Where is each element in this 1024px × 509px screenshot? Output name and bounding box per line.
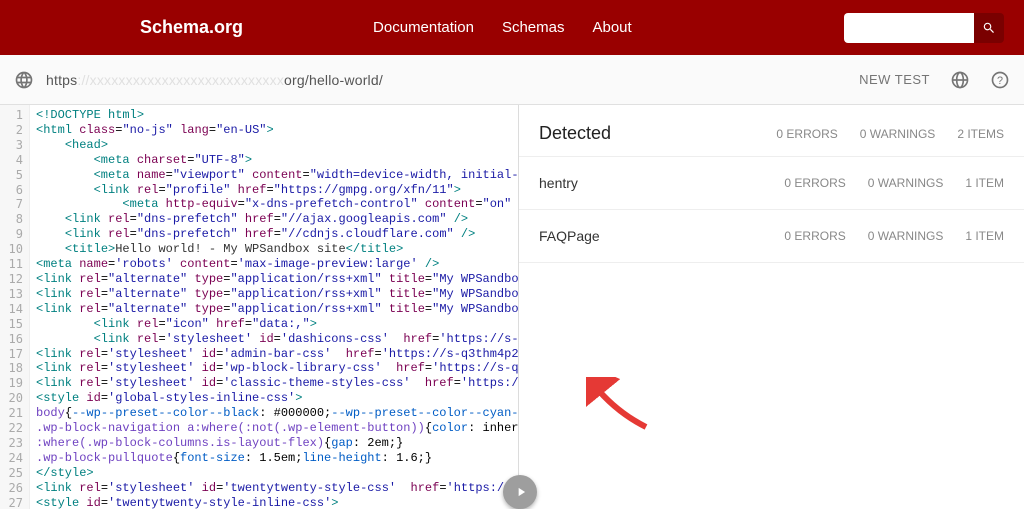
result-row[interactable]: hentry 0 ERRORS 0 WARNINGS 1 ITEM: [519, 157, 1024, 210]
play-button[interactable]: [503, 475, 537, 509]
line-number: 18: [0, 361, 23, 376]
summary-warnings: 0 WARNINGS: [860, 127, 936, 141]
line-gutter: 1234567891011121314151617181920212223242…: [0, 105, 30, 509]
code-line: <link rel="alternate" type="application/…: [36, 287, 518, 302]
site-header: Schema.org Documentation Schemas About: [0, 0, 1024, 55]
line-number: 12: [0, 272, 23, 287]
nav-documentation[interactable]: Documentation: [373, 19, 474, 36]
result-name: FAQPage: [539, 228, 600, 244]
language-icon[interactable]: [950, 70, 970, 90]
results-header: Detected 0 ERRORS 0 WARNINGS 2 ITEMS: [519, 105, 1024, 157]
code-line: <link rel='stylesheet' id='wp-block-libr…: [36, 361, 518, 376]
code-line: <link rel="dns-prefetch" href="//cdnjs.c…: [36, 227, 518, 242]
code-line: <meta charset="UTF-8">: [36, 153, 518, 168]
row-errors: 0 ERRORS: [784, 229, 845, 243]
toolbar: https://xxxxxxxxxxxxxxxxxxxxxxxxxxxorg/h…: [0, 55, 1024, 105]
code-line: <html class="no-js" lang="en-US">: [36, 123, 518, 138]
play-icon: [514, 485, 528, 499]
url-tail: org/hello-world/: [284, 72, 383, 88]
result-name: hentry: [539, 175, 578, 191]
line-number: 15: [0, 317, 23, 332]
code-line: <link rel='stylesheet' id='twentytwenty-…: [36, 481, 518, 496]
line-number: 3: [0, 138, 23, 153]
line-number: 24: [0, 451, 23, 466]
row-errors: 0 ERRORS: [784, 176, 845, 190]
svg-text:?: ?: [997, 75, 1003, 87]
code-line: body{--wp--preset--color--black: #000000…: [36, 406, 518, 421]
url-display: https://xxxxxxxxxxxxxxxxxxxxxxxxxxxorg/h…: [46, 72, 383, 88]
code-line: :where(.wp-block-columns.is-layout-flex)…: [36, 436, 518, 451]
code-line: <link rel="alternate" type="application/…: [36, 272, 518, 287]
code-line: <link rel="alternate" type="application/…: [36, 302, 518, 317]
main-content: 1234567891011121314151617181920212223242…: [0, 105, 1024, 509]
line-number: 25: [0, 466, 23, 481]
search-input[interactable]: [844, 13, 974, 43]
line-number: 21: [0, 406, 23, 421]
line-number: 1: [0, 108, 23, 123]
new-test-button[interactable]: NEW TEST: [859, 72, 930, 87]
line-number: 7: [0, 197, 23, 212]
code-line: <link rel='stylesheet' id='classic-theme…: [36, 376, 518, 391]
summary-items: 2 ITEMS: [957, 127, 1004, 141]
line-number: 4: [0, 153, 23, 168]
line-number: 14: [0, 302, 23, 317]
search-wrap: [844, 13, 1004, 43]
code-line: <head>: [36, 138, 518, 153]
code-line: </style>: [36, 466, 518, 481]
code-line: <link rel='stylesheet' id='admin-bar-css…: [36, 347, 518, 362]
line-number: 5: [0, 168, 23, 183]
line-number: 10: [0, 242, 23, 257]
search-button[interactable]: [974, 13, 1004, 43]
code-line: .wp-block-pullquote{font-size: 1.5em;lin…: [36, 451, 518, 466]
line-number: 26: [0, 481, 23, 496]
line-number: 20: [0, 391, 23, 406]
line-number: 23: [0, 436, 23, 451]
line-number: 9: [0, 227, 23, 242]
code-line: <link rel='stylesheet' id='dashicons-css…: [36, 332, 518, 347]
code-line: <meta name='robots' content='max-image-p…: [36, 257, 518, 272]
code-line: <link rel="profile" href="https://gmpg.o…: [36, 183, 518, 198]
search-icon: [982, 21, 996, 35]
code-line: <link rel="dns-prefetch" href="//ajax.go…: [36, 212, 518, 227]
row-items: 1 ITEM: [965, 229, 1004, 243]
code-line: <link rel="icon" href="data:,">: [36, 317, 518, 332]
results-title: Detected: [539, 123, 611, 144]
line-number: 8: [0, 212, 23, 227]
line-number: 19: [0, 376, 23, 391]
line-number: 13: [0, 287, 23, 302]
row-items: 1 ITEM: [965, 176, 1004, 190]
url-hidden: ://xxxxxxxxxxxxxxxxxxxxxxxxxxx: [77, 72, 284, 88]
line-number: 22: [0, 421, 23, 436]
help-icon[interactable]: ?: [990, 70, 1010, 90]
url-scheme: https: [46, 72, 77, 88]
row-warnings: 0 WARNINGS: [868, 229, 944, 243]
code-line: <meta http-equiv="x-dns-prefetch-control…: [36, 197, 518, 212]
line-number: 11: [0, 257, 23, 272]
line-number: 27: [0, 496, 23, 509]
code-line: <!DOCTYPE html>: [36, 108, 518, 123]
line-number: 6: [0, 183, 23, 198]
line-number: 2: [0, 123, 23, 138]
globe-icon: [14, 70, 34, 90]
main-nav: Documentation Schemas About: [373, 19, 632, 36]
nav-about[interactable]: About: [592, 19, 631, 36]
result-row[interactable]: FAQPage 0 ERRORS 0 WARNINGS 1 ITEM: [519, 210, 1024, 263]
code-line: <meta name="viewport" content="width=dev…: [36, 168, 518, 183]
summary-errors: 0 ERRORS: [776, 127, 837, 141]
code-line: <style id='global-styles-inline-css'>: [36, 391, 518, 406]
line-number: 16: [0, 332, 23, 347]
code-panel: 1234567891011121314151617181920212223242…: [0, 105, 519, 509]
nav-schemas[interactable]: Schemas: [502, 19, 565, 36]
line-number: 17: [0, 347, 23, 362]
row-warnings: 0 WARNINGS: [868, 176, 944, 190]
site-logo[interactable]: Schema.org: [140, 17, 243, 38]
code-view[interactable]: <!DOCTYPE html><html class="no-js" lang=…: [30, 105, 518, 509]
results-panel: Detected 0 ERRORS 0 WARNINGS 2 ITEMS hen…: [519, 105, 1024, 509]
code-line: .wp-block-navigation a:where(:not(.wp-el…: [36, 421, 518, 436]
code-line: <style id='twentytwenty-style-inline-css…: [36, 496, 518, 509]
code-line: <title>Hello world! - My WPSandbox site<…: [36, 242, 518, 257]
